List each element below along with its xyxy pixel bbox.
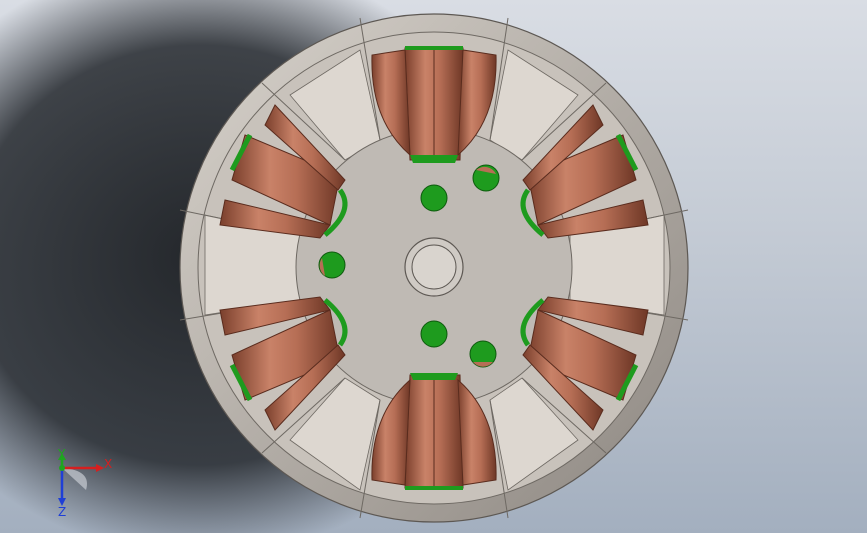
hub-hole-bottom bbox=[420, 320, 448, 348]
y-axis-label: Y bbox=[57, 448, 66, 461]
model-viewport[interactable] bbox=[0, 0, 867, 533]
x-axis-arrow bbox=[96, 464, 104, 472]
z-axis-label: Z bbox=[58, 505, 66, 518]
motor-part[interactable] bbox=[179, 13, 689, 523]
hub-hole-top bbox=[420, 184, 448, 212]
axis-triad: X Y Z bbox=[57, 448, 112, 518]
triad-origin bbox=[59, 465, 65, 471]
x-axis-label: X bbox=[104, 457, 112, 471]
center-bore-inner[interactable] bbox=[411, 244, 457, 290]
